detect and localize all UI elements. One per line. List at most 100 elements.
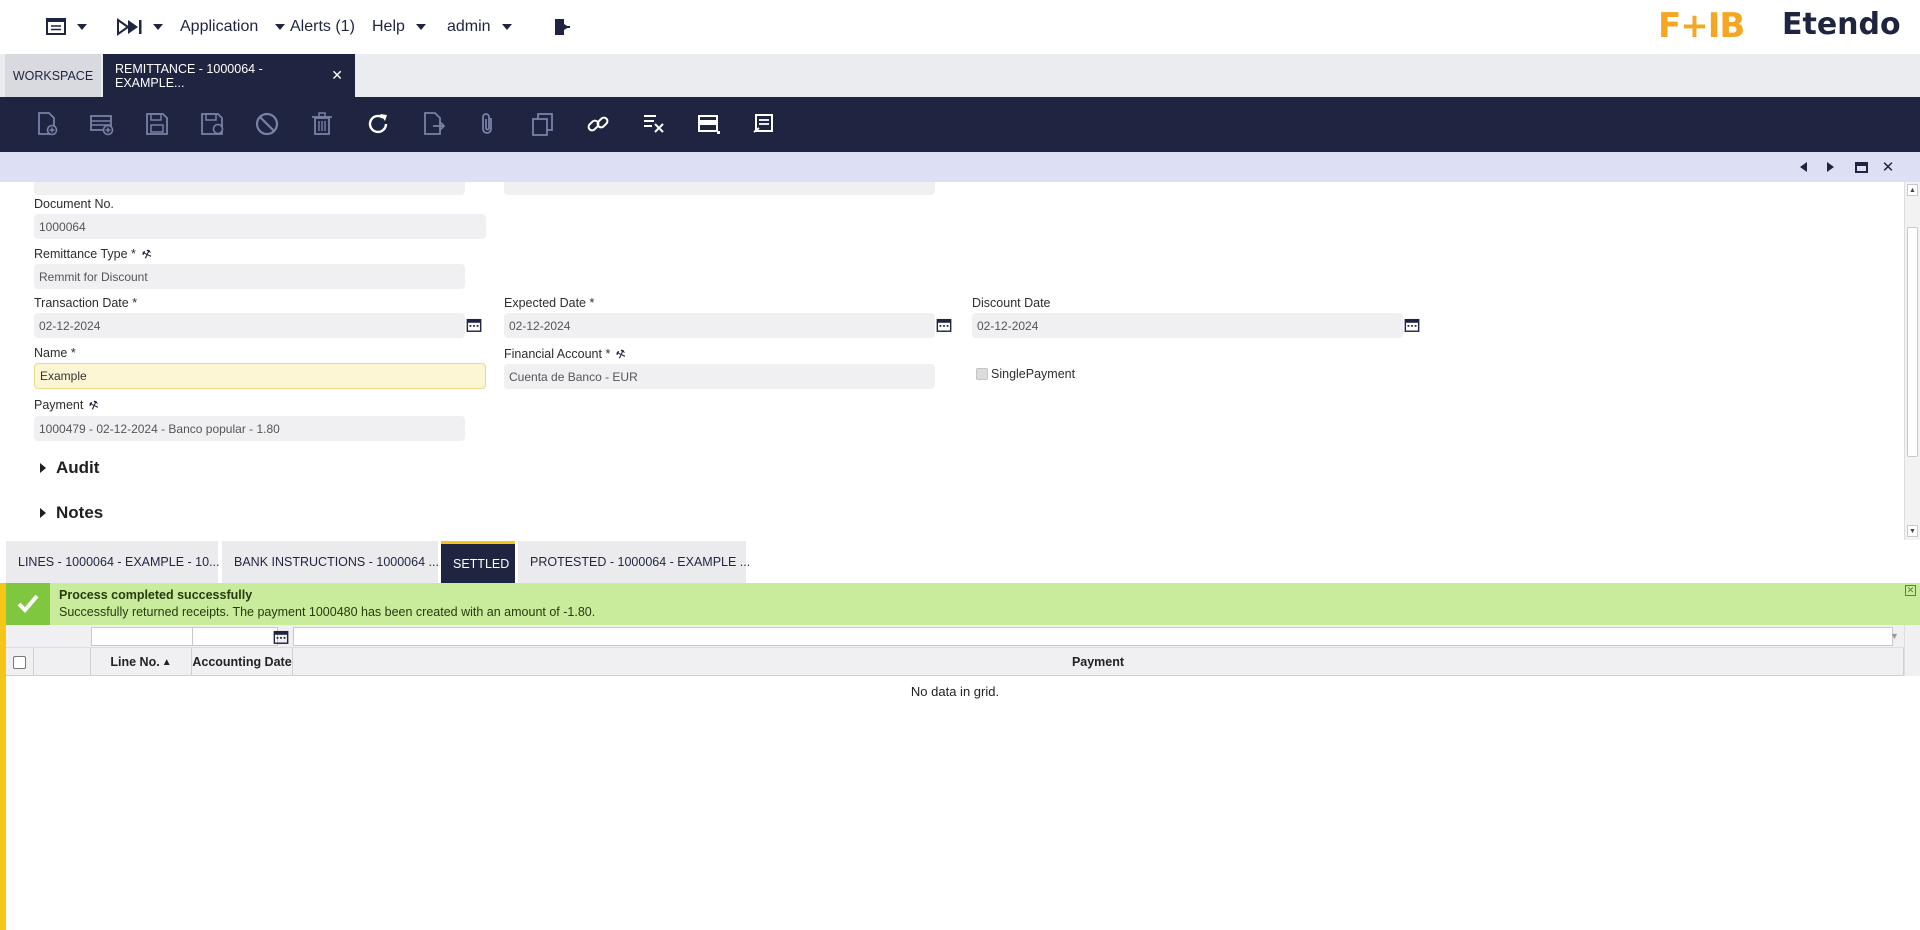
next-record-button[interactable] [1822, 159, 1838, 175]
attach-button[interactable] [474, 110, 502, 138]
tab-lines[interactable]: LINES - 1000064 - EXAMPLE - 10... [6, 541, 220, 583]
logout-icon [555, 19, 570, 35]
link-button[interactable] [584, 110, 612, 138]
sort-ascending-icon: ▲ [161, 656, 172, 668]
process-list-icon [644, 115, 664, 133]
select-all-cell [6, 648, 34, 676]
tab-bank-instructions[interactable]: BANK INSTRUCTIONS - 1000064 ... [222, 541, 439, 583]
tab-protested[interactable]: PROTESTED - 1000064 - EXAMPLE ... [518, 541, 750, 583]
export-button[interactable] [419, 110, 447, 138]
document-no-field[interactable]: 1000064 [34, 214, 486, 239]
audit-icon [753, 114, 773, 133]
select-all-checkbox[interactable] [13, 655, 26, 669]
process-button[interactable] [640, 110, 668, 138]
close-icon[interactable]: ✕ [1905, 585, 1916, 596]
tab-remittance[interactable]: REMITTANCE - 1000064 - EXAMPLE... ✕ [103, 54, 355, 97]
close-icon[interactable]: ✕ [331, 67, 343, 84]
tab-settled[interactable]: SETTLED [441, 541, 515, 583]
transaction-date-field[interactable]: 02-12-2024 [34, 313, 465, 338]
arrow-left-icon [1799, 162, 1807, 172]
name-label: Name * [34, 346, 76, 360]
new-row-button[interactable] [88, 110, 116, 138]
success-message: Process completed successfully Successfu… [6, 583, 1920, 625]
application-menu-label: Application [180, 18, 259, 35]
tab-workspace[interactable]: WORKSPACE [5, 54, 101, 97]
financial-account-label: Financial Account * ⚒ [504, 346, 628, 362]
single-payment-checkbox[interactable]: SinglePayment [976, 367, 1075, 381]
delete-button[interactable] [308, 110, 336, 138]
grid-filter-row: ▼ [6, 625, 1904, 648]
checkmark-icon [6, 583, 50, 625]
logout-button[interactable] [552, 14, 572, 40]
financial-account-label-text: Financial Account * [504, 347, 611, 361]
wrench-icon[interactable]: ⚒ [140, 246, 153, 262]
financial-account-select[interactable]: Cuenta de Banco - EUR [504, 364, 935, 389]
line-no-header-label: Line No. [110, 655, 160, 669]
alerts-link[interactable]: Alerts (1) [290, 14, 355, 40]
trash-icon [312, 112, 332, 135]
remittance-type-select[interactable]: Remmit for Discount [34, 264, 465, 289]
payment-label-text: Payment [34, 398, 84, 412]
save-close-button[interactable] [198, 110, 226, 138]
calendar-icon[interactable] [272, 628, 290, 646]
expected-date-label: Expected Date * [504, 296, 595, 310]
line-no-filter[interactable] [91, 627, 195, 646]
audit-trail-button[interactable] [750, 110, 778, 138]
application-menu[interactable]: Application [180, 14, 286, 40]
message-text: Successfully returned receipts. The paym… [59, 605, 596, 619]
window-tabs-bar: WORKSPACE REMITTANCE - 1000064 - EXAMPLE… [0, 54, 1920, 97]
save-button[interactable] [143, 110, 171, 138]
row-actions-header [34, 648, 91, 676]
wrench-icon[interactable]: ⚒ [614, 346, 628, 362]
name-input[interactable]: Example [34, 363, 486, 389]
calendar-icon[interactable] [935, 316, 953, 334]
clipped-field-right[interactable] [504, 182, 935, 195]
fast-forward-icon [117, 18, 142, 36]
arrow-right-icon [1826, 162, 1834, 172]
cancel-button[interactable] [253, 110, 281, 138]
line-no-header[interactable]: Line No. ▲ [91, 648, 192, 676]
top-navigation-bar: Application Alerts (1) Help admin F+IB E… [0, 0, 1920, 54]
child-tabs-bar: LINES - 1000064 - EXAMPLE - 10... BANK I… [0, 541, 1920, 583]
help-menu[interactable]: Help [372, 14, 426, 40]
export-icon [424, 112, 446, 135]
grid-form-icon [698, 115, 720, 134]
payment-select[interactable]: 1000479 - 02-12-2024 - Banco popular - 1… [34, 416, 465, 441]
transaction-date-label: Transaction Date * [34, 296, 138, 310]
paperclip-icon [482, 113, 492, 134]
discount-date-field[interactable]: 02-12-2024 [972, 313, 1403, 338]
record-form: Document No. 1000064 Remittance Type * ⚒… [0, 182, 1904, 540]
new-row-icon [90, 115, 114, 136]
calendar-icon[interactable] [465, 316, 483, 334]
payment-filter[interactable] [293, 627, 1893, 646]
maximize-button[interactable] [1853, 159, 1869, 175]
expected-date-field[interactable]: 02-12-2024 [504, 313, 935, 338]
user-menu[interactable]: admin [447, 14, 512, 40]
chevron-down-icon[interactable]: ▼ [1890, 631, 1899, 641]
accounting-date-filter[interactable] [192, 627, 278, 646]
payment-header[interactable]: Payment [293, 648, 1904, 676]
close-window-button[interactable]: ✕ [1880, 159, 1896, 176]
discount-date-label: Discount Date [972, 296, 1051, 310]
quick-launch-menu[interactable] [116, 14, 163, 40]
new-document-button[interactable] [33, 110, 61, 138]
previous-record-button[interactable] [1795, 159, 1811, 175]
clone-button[interactable] [529, 110, 557, 138]
clipped-field-left[interactable] [34, 182, 465, 195]
refresh-icon [368, 114, 388, 134]
refresh-button[interactable] [364, 110, 392, 138]
scroll-down-icon[interactable]: ▼ [1907, 525, 1918, 537]
section-notes[interactable]: Notes [40, 503, 103, 523]
form-scrollbar[interactable]: ▲ ▼ [1904, 182, 1920, 540]
accounting-date-header[interactable]: Accounting Date [192, 648, 293, 676]
wrench-icon[interactable]: ⚒ [87, 397, 101, 413]
scroll-up-icon[interactable]: ▲ [1907, 184, 1918, 196]
new-window-menu[interactable] [46, 14, 87, 40]
scroll-thumb[interactable] [1907, 227, 1918, 457]
calendar-icon[interactable] [1403, 316, 1421, 334]
toggle-view-button[interactable] [695, 110, 723, 138]
new-document-icon [38, 112, 58, 136]
section-audit[interactable]: Audit [40, 458, 99, 478]
link-icon [587, 116, 609, 132]
empty-grid-message: No data in grid. [910, 684, 1000, 699]
